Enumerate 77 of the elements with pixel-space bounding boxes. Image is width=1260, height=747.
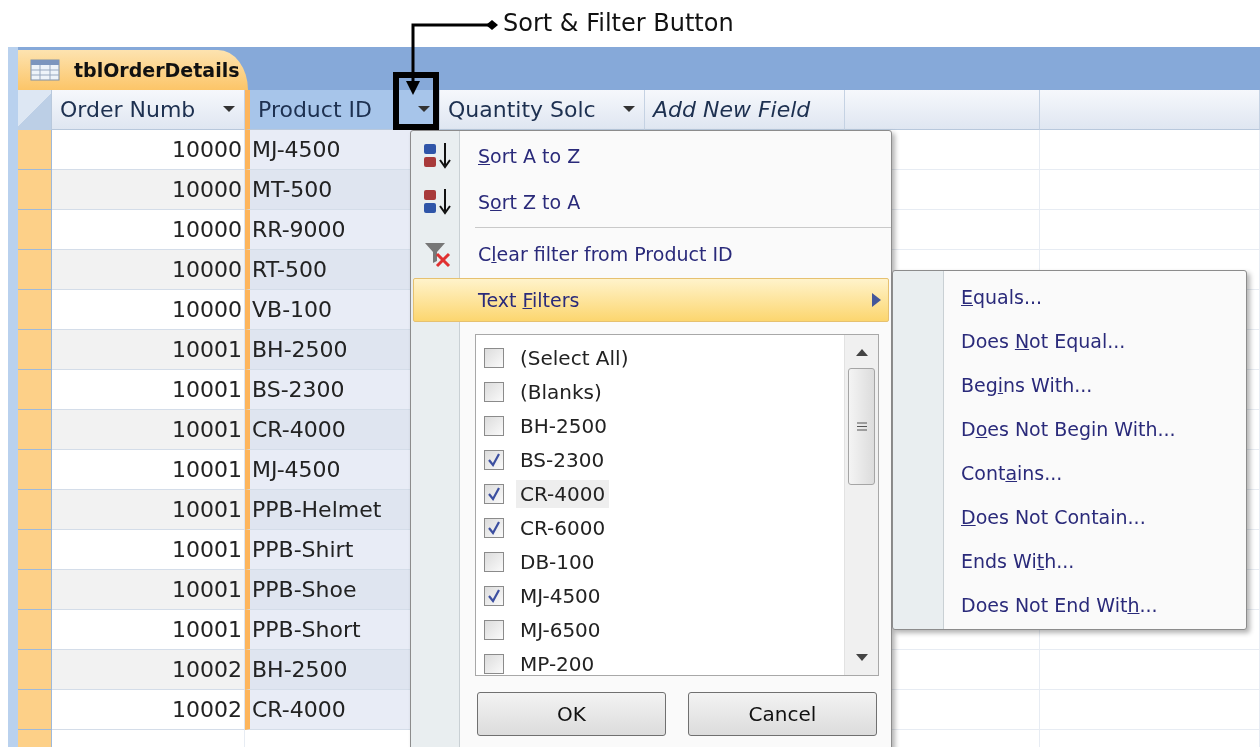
table-cell: 10001 [52, 330, 245, 370]
record-selector[interactable] [18, 130, 52, 170]
record-selector[interactable] [18, 410, 52, 450]
tab-title: tblOrderDetails [74, 59, 240, 81]
checkbox[interactable] [484, 348, 504, 368]
ok-button[interactable]: OK [477, 692, 666, 736]
record-selector[interactable] [18, 530, 52, 570]
record-selector[interactable] [18, 490, 52, 530]
table-cell: 10000 [52, 130, 245, 170]
table-cell: 10002 [52, 690, 245, 730]
record-selector[interactable] [18, 570, 52, 610]
record-selector[interactable] [18, 610, 52, 650]
value-label[interactable]: CR-6000 [516, 514, 610, 542]
scroll-thumb[interactable] [848, 368, 875, 485]
table-cell: 10001 [52, 610, 245, 650]
record-selector[interactable] [18, 650, 52, 690]
column-header[interactable]: Product ID [245, 90, 440, 130]
checkbox[interactable] [484, 484, 504, 504]
scroll-down-icon[interactable] [855, 654, 868, 661]
table-cell: 10002 [52, 650, 245, 690]
value-label[interactable]: MJ-6500 [516, 616, 605, 644]
table-icon [30, 59, 60, 81]
highlight-frame [393, 72, 439, 130]
submenu-arrow-icon [872, 293, 882, 307]
menu-item[interactable]: Contains... [895, 451, 1244, 495]
record-selector[interactable] [18, 290, 52, 330]
checkbox[interactable] [484, 518, 504, 538]
callout-label: Sort & Filter Button [503, 9, 734, 37]
value-label[interactable]: DB-100 [516, 548, 599, 576]
menu-item[interactable]: Begins With... [895, 363, 1244, 407]
record-selector[interactable] [18, 250, 52, 290]
table-cell: 10001 [52, 370, 245, 410]
column-header[interactable]: Order Numb [52, 90, 245, 130]
value-label[interactable]: BS-2300 [516, 446, 609, 474]
menu-item[interactable]: Equals... [895, 275, 1244, 319]
menu-item[interactable]: Does Not Equal... [895, 319, 1244, 363]
value-label[interactable]: BH-2500 [516, 412, 611, 440]
column-header[interactable]: Add New Field [645, 90, 845, 130]
table-cell: 10000 [52, 290, 245, 330]
table-cell: 10001 [52, 450, 245, 490]
checkbox[interactable] [484, 620, 504, 640]
scroll-up-icon[interactable] [855, 349, 868, 356]
checkbox[interactable] [484, 416, 504, 436]
table-tab[interactable]: tblOrderDetails [18, 50, 248, 90]
checkbox[interactable] [484, 586, 504, 606]
value-label[interactable]: (Blanks) [516, 378, 606, 406]
column-header[interactable]: Quantity Solc [440, 90, 645, 130]
table-cell: 10001 [52, 570, 245, 610]
record-selector[interactable] [18, 450, 52, 490]
checkbox[interactable] [484, 450, 504, 470]
checkbox[interactable] [484, 552, 504, 572]
record-selector[interactable] [18, 330, 52, 370]
value-label[interactable]: MP-200 [516, 650, 599, 675]
menu-item[interactable]: Does Not End With... [895, 583, 1244, 627]
table-cell: 10000 [52, 170, 245, 210]
menu-item[interactable]: Ends With... [895, 539, 1244, 583]
checkbox[interactable] [484, 654, 504, 674]
scrollbar[interactable] [844, 335, 878, 675]
record-selector[interactable] [18, 370, 52, 410]
select-all-corner[interactable] [18, 90, 52, 130]
menu-item[interactable]: Does Not Begin With... [895, 407, 1244, 451]
clear-filter-icon [423, 240, 453, 268]
value-label[interactable]: (Select All) [516, 344, 633, 372]
value-label[interactable]: MJ-4500 [516, 582, 605, 610]
table-cell: 10001 [52, 410, 245, 450]
record-selector[interactable] [18, 210, 52, 250]
value-label[interactable]: CR-4000 [516, 480, 610, 508]
table-cell: 10001 [52, 530, 245, 570]
record-selector[interactable] [18, 690, 52, 730]
cancel-button[interactable]: Cancel [688, 692, 877, 736]
menu-item[interactable]: Text Filters [413, 278, 889, 322]
record-selector[interactable] [18, 170, 52, 210]
table-cell: 10001 [52, 490, 245, 530]
table-cell: 10000 [52, 210, 245, 250]
table-cell: 10000 [52, 250, 245, 290]
checkbox[interactable] [484, 382, 504, 402]
menu-item[interactable]: Does Not Contain... [895, 495, 1244, 539]
